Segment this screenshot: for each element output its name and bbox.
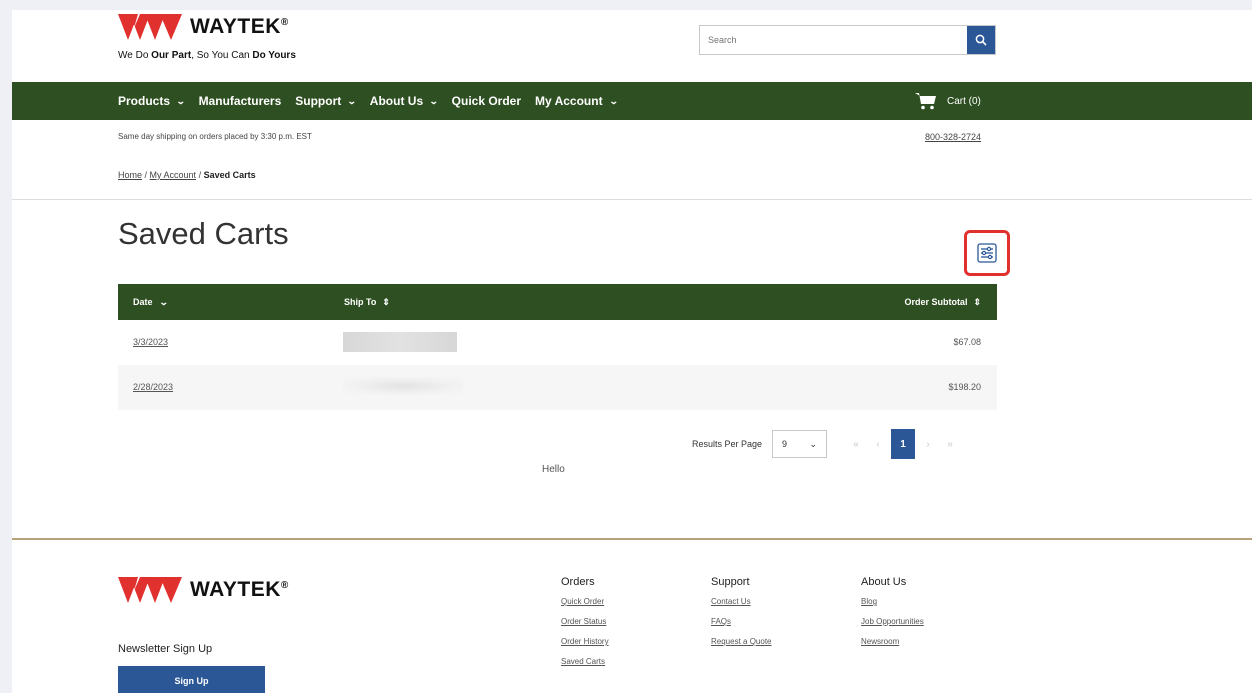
tagline: We Do Our Part, So You Can Do Yours xyxy=(118,50,296,61)
newsletter-title: Newsletter Sign Up xyxy=(118,643,213,655)
nav-quick-order[interactable]: Quick Order xyxy=(452,94,521,108)
waytek-logo-icon xyxy=(118,577,182,603)
footer-divider xyxy=(12,538,1252,540)
nav-my-account[interactable]: My Account ⌄ xyxy=(535,94,619,108)
search-button[interactable] xyxy=(967,26,995,54)
footer-column-about-us: About Us Blog Job Opportunities Newsroom xyxy=(861,576,924,652)
first-page-button[interactable]: « xyxy=(845,439,867,450)
results-per-page-select[interactable]: 9 ⌄ xyxy=(772,430,828,458)
footer-logo[interactable]: WAYTEK® xyxy=(118,577,289,603)
filter-settings-button[interactable] xyxy=(964,230,1010,276)
phone-link[interactable]: 800-328-2724 xyxy=(925,132,981,142)
row-subtotal: $198.20 xyxy=(948,382,981,392)
footer-column-title: Orders xyxy=(561,576,595,588)
column-header-date[interactable]: Date ⌄ xyxy=(133,284,169,320)
breadcrumb-my-account[interactable]: My Account xyxy=(150,170,197,180)
breadcrumb-home[interactable]: Home xyxy=(118,170,142,180)
last-page-button[interactable]: » xyxy=(939,439,961,450)
footer-link[interactable]: Order Status xyxy=(561,612,609,632)
sort-icon: ⇕ xyxy=(973,296,981,307)
chevron-down-icon: ⌄ xyxy=(809,438,818,449)
chevron-down-icon: ⌄ xyxy=(608,95,619,106)
page-title: Saved Carts xyxy=(118,216,289,251)
nav-about-us[interactable]: About Us ⌄ xyxy=(369,94,439,108)
nav-manufacturers[interactable]: Manufacturers xyxy=(199,94,282,108)
table-row: 2/28/2023 $198.20 xyxy=(118,365,997,410)
footer-link[interactable]: Blog xyxy=(861,592,924,612)
footer-link[interactable]: Request a Quote xyxy=(711,632,771,652)
logo-wordmark: WAYTEK® xyxy=(190,15,289,38)
row-date-link[interactable]: 2/28/2023 xyxy=(133,382,173,392)
search-icon xyxy=(975,34,987,46)
footer-link[interactable]: Quick Order xyxy=(561,592,609,612)
prev-page-button[interactable]: ‹ xyxy=(867,439,889,450)
nav-label: Products xyxy=(118,94,171,108)
sign-up-button[interactable]: Sign Up xyxy=(118,666,265,693)
footer-link[interactable]: Order History xyxy=(561,632,609,652)
redacted-ship-to xyxy=(343,332,457,352)
results-per-page-label: Results Per Page xyxy=(692,439,763,449)
waytek-logo-icon xyxy=(118,14,182,40)
page-number-button[interactable]: 1 xyxy=(891,429,916,459)
header-logo[interactable]: WAYTEK® xyxy=(118,14,289,40)
table-row: 3/3/2023 $67.08 xyxy=(118,320,997,365)
column-header-order-subtotal[interactable]: Order Subtotal ⇕ xyxy=(904,284,981,320)
search-input[interactable] xyxy=(700,26,967,54)
chevron-down-icon: ⌄ xyxy=(158,296,169,307)
nav-label: About Us xyxy=(369,94,424,108)
nav-products[interactable]: Products ⌄ xyxy=(118,94,186,108)
footer-link[interactable]: Newsroom xyxy=(861,632,924,652)
cart-label: Cart (0) xyxy=(947,95,981,107)
chevron-down-icon: ⌄ xyxy=(175,95,186,106)
footer-column-support: Support Contact Us FAQs Request a Quote xyxy=(711,576,771,652)
footer-link[interactable]: Saved Carts xyxy=(561,652,609,672)
breadcrumb-current: Saved Carts xyxy=(203,170,256,180)
footer-link[interactable]: Contact Us xyxy=(711,592,771,612)
nav-label: My Account xyxy=(535,94,603,108)
pagination: Results Per Page 9 ⌄ « ‹ 1 › » xyxy=(692,429,961,459)
page: WAYTEK® We Do Our Part, So You Can Do Yo… xyxy=(12,10,1252,693)
nav-support[interactable]: Support ⌄ xyxy=(295,94,357,108)
footer-column-orders: Orders Quick Order Order Status Order Hi… xyxy=(561,576,609,672)
logo-wordmark: WAYTEK® xyxy=(190,578,289,601)
hello-text: Hello xyxy=(542,464,565,475)
search-box xyxy=(699,25,996,55)
main-nav: Products ⌄ Manufacturers Support ⌄ About U… xyxy=(12,82,1252,120)
footer-link[interactable]: Job Opportunities xyxy=(861,612,924,632)
row-subtotal: $67.08 xyxy=(953,337,981,347)
breadcrumb: Home / My Account / Saved Carts xyxy=(118,170,256,180)
next-page-button[interactable]: › xyxy=(917,439,939,450)
footer-column-title: Support xyxy=(711,576,750,588)
nav-label: Quick Order xyxy=(451,94,522,108)
sliders-icon xyxy=(977,243,997,263)
nav-label: Support xyxy=(295,94,342,108)
nav-label: Manufacturers xyxy=(198,94,282,108)
footer-link[interactable]: FAQs xyxy=(711,612,771,632)
sort-icon: ⇕ xyxy=(382,296,390,307)
chevron-down-icon: ⌄ xyxy=(428,95,439,106)
column-header-ship-to[interactable]: Ship To ⇕ xyxy=(344,284,390,320)
divider xyxy=(12,199,1252,200)
row-date-link[interactable]: 3/3/2023 xyxy=(133,337,168,347)
footer-column-title: About Us xyxy=(861,576,907,588)
cart-link[interactable]: Cart (0) xyxy=(915,82,981,120)
table-header: Date ⌄ Ship To ⇕ Order Subtotal ⇕ xyxy=(118,284,997,320)
chevron-down-icon: ⌄ xyxy=(347,95,357,106)
shipping-note: Same day shipping on orders placed by 3:… xyxy=(118,132,312,141)
saved-carts-table: Date ⌄ Ship To ⇕ Order Subtotal ⇕ 3/3/2023 … xyxy=(118,284,997,410)
redacted-ship-to xyxy=(343,377,463,395)
cart-icon xyxy=(915,93,936,110)
